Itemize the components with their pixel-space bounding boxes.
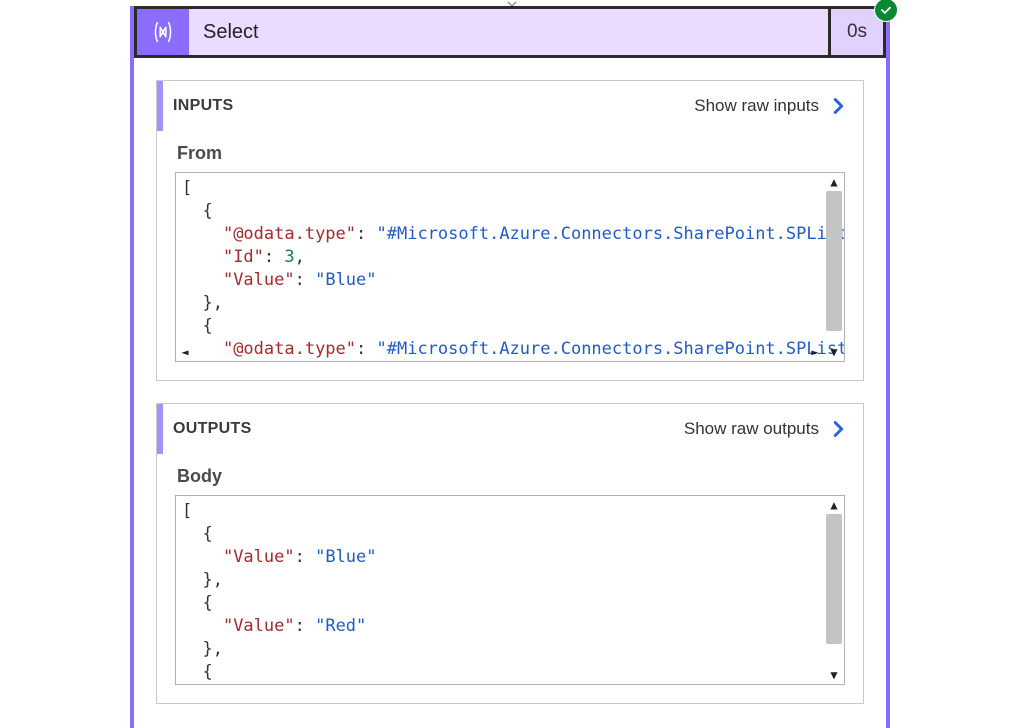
outputs-code-box[interactable]: [ { "Value": "Blue" }, { "Value": "Red" …: [175, 495, 845, 685]
scroll-thumb[interactable]: [826, 191, 842, 331]
inputs-heading: INPUTS: [163, 97, 233, 115]
action-header[interactable]: Select 0s: [134, 6, 886, 58]
action-duration: 0s: [828, 9, 883, 55]
scroll-right-icon[interactable]: ►: [806, 343, 824, 361]
inputs-section: INPUTS Show raw inputs From [ { "@odata.…: [156, 80, 864, 381]
chevron-right-icon[interactable]: [827, 418, 849, 440]
inputs-horizontal-scrollbar[interactable]: ◄ ►: [176, 343, 824, 361]
inputs-code: [ { "@odata.type": "#Microsoft.Azure.Con…: [176, 173, 844, 362]
inputs-vertical-scrollbar[interactable]: ▲ ▼: [824, 173, 844, 361]
data-operations-icon: [137, 9, 189, 55]
scroll-down-icon[interactable]: ▼: [824, 666, 844, 684]
scroll-up-icon[interactable]: ▲: [824, 496, 844, 514]
outputs-heading: OUTPUTS: [163, 420, 252, 438]
chevron-right-icon[interactable]: [827, 95, 849, 117]
inputs-code-box[interactable]: [ { "@odata.type": "#Microsoft.Azure.Con…: [175, 172, 845, 362]
action-title: Select: [189, 9, 828, 55]
inputs-header: INPUTS Show raw inputs: [157, 81, 863, 131]
scroll-left-icon[interactable]: ◄: [176, 343, 194, 361]
outputs-vertical-scrollbar[interactable]: ▲ ▼: [824, 496, 844, 684]
show-raw-outputs-link[interactable]: Show raw outputs: [684, 419, 819, 439]
scroll-thumb[interactable]: [826, 514, 842, 644]
outputs-section: OUTPUTS Show raw outputs Body [ { "Value…: [156, 403, 864, 704]
outputs-header: OUTPUTS Show raw outputs: [157, 404, 863, 454]
outputs-field-label: Body: [177, 466, 863, 487]
scroll-down-icon[interactable]: ▼: [824, 343, 844, 361]
show-raw-inputs-link[interactable]: Show raw inputs: [694, 96, 819, 116]
scroll-up-icon[interactable]: ▲: [824, 173, 844, 191]
inputs-field-label: From: [177, 143, 863, 164]
status-success-icon: [875, 0, 897, 21]
action-card: Select 0s INPUTS Show raw inputs From [ …: [130, 6, 890, 728]
outputs-code: [ { "Value": "Blue" }, { "Value": "Red" …: [176, 496, 844, 685]
